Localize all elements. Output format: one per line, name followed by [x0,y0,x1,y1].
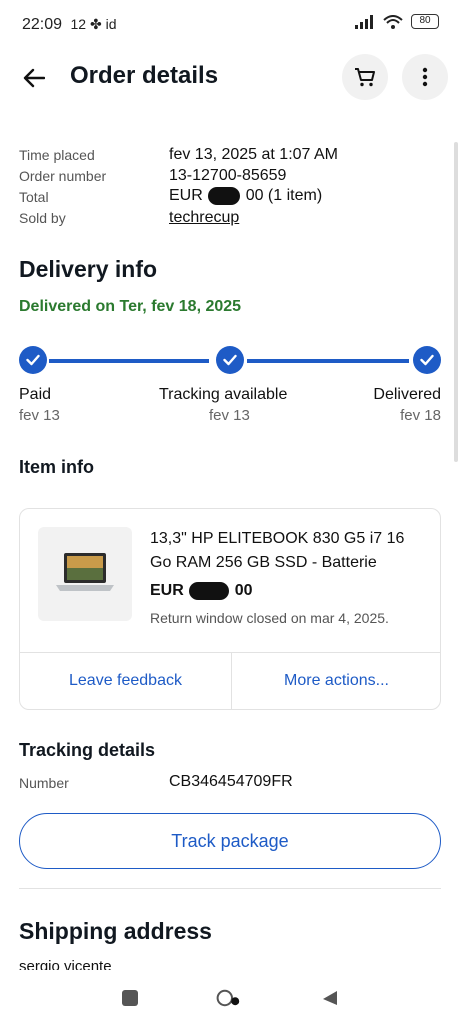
item-price: EUR 00 [150,582,252,600]
arrow-left-icon [23,68,45,88]
progress-line [49,359,209,363]
redaction-mark [208,187,241,206]
more-actions-button[interactable]: More actions... [231,652,442,710]
summary-label: Order number [19,167,107,184]
step-label-tracking: Tracking available [159,386,288,403]
laptop-icon [56,553,114,591]
signal-icon [355,14,373,29]
summary-row-total: Total EUR 00 (1 item) [19,186,439,207]
tracking-number: CB346454709FR [169,773,293,790]
summary-label: Time placed [19,146,95,163]
back-button[interactable] [18,62,50,94]
total-currency: EUR [169,187,203,205]
wifi-icon [383,14,403,29]
step-label-paid: Paid [19,386,52,403]
track-package-button[interactable]: Track package [19,813,441,869]
check-icon [216,346,244,374]
status-time: 22:09 12 ✤ id [22,16,116,34]
price-currency: EUR [150,582,184,600]
item-thumbnail[interactable] [38,527,132,621]
summary-row-seller: Sold by techrecup [19,207,439,228]
delivery-heading: Delivery info [19,256,158,282]
home-button[interactable] [216,986,240,1010]
summary-row-order-number: Order number 13-12700-85659 [19,165,439,186]
tracking-heading: Tracking details [19,740,156,760]
item-heading: Item info [19,457,94,477]
shipping-name: sergio vicente [19,958,112,970]
status-bar: 22:09 12 ✤ id 80 [0,0,461,50]
summary-value: fev 13, 2025 at 1:07 AM [169,145,339,163]
back-nav-button[interactable] [318,986,342,1010]
total-suffix: 00 (1 item) [245,187,323,205]
step-date-tracking: fev 13 [209,407,250,424]
battery-icon: 80 [411,14,439,29]
price-suffix: 00 [234,582,253,600]
page-title: Order details [70,62,219,89]
cart-button[interactable] [342,54,388,100]
more-vertical-icon [422,67,428,87]
step-label-delivered: Delivered [373,386,441,403]
square-icon [122,990,138,1006]
item-title[interactable]: 13,3" HP ELITEBOOK 830 G5 i7 16 Go RAM 2… [150,527,422,575]
return-window-note: Return window closed on mar 4, 2025. [150,610,389,626]
summary-value: EUR 00 (1 item) [169,187,323,206]
divider [19,888,441,889]
check-icon [413,346,441,374]
cart-icon [355,68,375,87]
summary-label: Total [19,188,49,205]
summary-label: Sold by [19,209,66,226]
leave-feedback-button[interactable]: Leave feedback [20,652,231,710]
tracking-number-label: Number [19,775,69,791]
summary-row-time: Time placed fev 13, 2025 at 1:07 AM [19,144,439,165]
seller-link[interactable]: techrecup [169,209,239,227]
delivery-progress [19,346,441,376]
step-date-paid: fev 13 [19,407,60,424]
system-nav-bar [0,972,461,1024]
check-icon [19,346,47,374]
triangle-back-icon [323,991,337,1005]
order-summary: Time placed fev 13, 2025 at 1:07 AM Orde… [19,144,439,228]
progress-line [247,359,409,363]
home-icon [216,989,240,1007]
redaction-mark [189,582,230,600]
delivery-status: Delivered on Ter, fev 18, 2025 [19,298,242,315]
recents-button[interactable] [118,986,142,1010]
status-extra: 12 ✤ id [70,16,117,32]
app-header: Order details [0,50,461,106]
clock: 22:09 [22,16,63,33]
status-icons: 80 [355,14,439,29]
step-date-delivered: fev 18 [400,407,441,424]
item-card: 13,3" HP ELITEBOOK 830 G5 i7 16 Go RAM 2… [19,508,441,710]
scrollbar[interactable] [454,142,458,462]
summary-value: 13-12700-85659 [169,166,287,184]
shipping-heading: Shipping address [19,918,212,944]
more-options-button[interactable] [402,54,448,100]
